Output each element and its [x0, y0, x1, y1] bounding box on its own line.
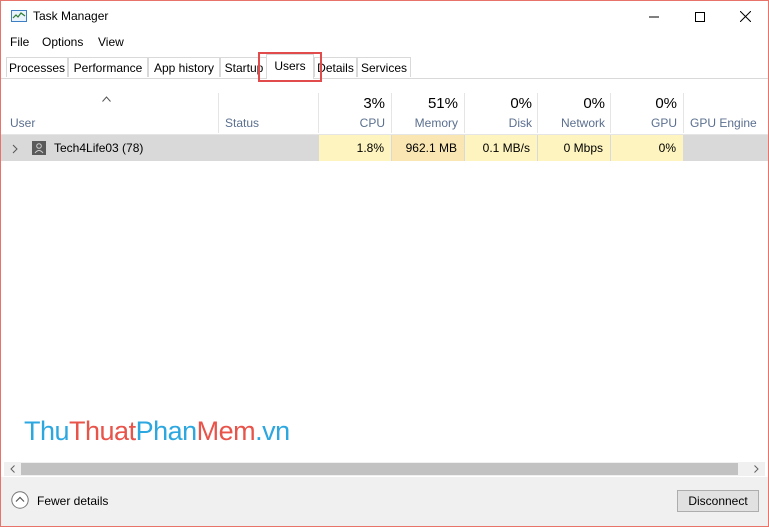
- menu-options[interactable]: Options: [42, 35, 83, 49]
- tab-processes[interactable]: Processes: [6, 57, 68, 77]
- sort-ascending-icon: [102, 91, 111, 105]
- tab-performance[interactable]: Performance: [68, 57, 148, 77]
- network-cell: 0 Mbps: [538, 135, 610, 161]
- tab-app-history[interactable]: App history: [148, 57, 220, 77]
- tab-divider: [1, 78, 768, 79]
- column-separator[interactable]: [318, 93, 319, 133]
- user-avatar-icon: [32, 141, 46, 155]
- user-name-cell: Tech4Life03 (78): [54, 141, 144, 155]
- header-disk[interactable]: Disk: [465, 116, 532, 130]
- header-disk-percent[interactable]: 0%: [465, 95, 532, 112]
- fewer-details-icon[interactable]: [11, 491, 29, 509]
- horizontal-scrollbar[interactable]: [4, 462, 765, 476]
- task-manager-app-icon: [11, 10, 27, 22]
- header-status[interactable]: Status: [225, 116, 259, 130]
- column-separator[interactable]: [218, 93, 219, 133]
- scroll-right-arrow-icon[interactable]: [748, 462, 765, 476]
- gpu-cell: 0%: [611, 135, 683, 161]
- header-gpu-engine[interactable]: GPU Engine: [690, 116, 757, 130]
- menu-bar: File Options View: [1, 32, 768, 53]
- header-cpu-percent[interactable]: 3%: [319, 95, 385, 112]
- menu-file[interactable]: File: [10, 35, 29, 49]
- disconnect-button[interactable]: Disconnect: [677, 490, 759, 512]
- column-separator[interactable]: [610, 93, 611, 133]
- status-cell: [219, 135, 318, 161]
- header-memory-percent[interactable]: 51%: [392, 95, 458, 112]
- column-separator[interactable]: [683, 93, 684, 133]
- memory-cell: 962.1 MB: [392, 135, 464, 161]
- cpu-cell: 1.8%: [319, 135, 391, 161]
- gpu-engine-cell: [684, 135, 768, 161]
- disk-cell: 0.1 MB/s: [465, 135, 537, 161]
- header-cpu[interactable]: CPU: [319, 116, 385, 130]
- header-gpu[interactable]: GPU: [611, 116, 677, 130]
- minimize-button[interactable]: [631, 1, 677, 32]
- maximize-button[interactable]: [677, 1, 723, 32]
- task-manager-window: Task Manager File Options View Processes…: [0, 0, 769, 527]
- header-memory[interactable]: Memory: [392, 116, 458, 130]
- menu-view[interactable]: View: [98, 35, 124, 49]
- column-header: User Status 3% CPU 51% Memory 0% Disk 0%…: [1, 86, 768, 134]
- column-separator[interactable]: [464, 93, 465, 133]
- fewer-details-link[interactable]: Fewer details: [37, 494, 108, 508]
- header-gpu-percent[interactable]: 0%: [611, 95, 677, 112]
- header-user[interactable]: User: [10, 116, 35, 130]
- scroll-left-arrow-icon[interactable]: [4, 462, 21, 476]
- scrollbar-thumb[interactable]: [21, 463, 738, 475]
- table-row[interactable]: Tech4Life03 (78) 1.8% 962.1 MB 0.1 MB/s …: [1, 135, 768, 161]
- window-title: Task Manager: [33, 9, 109, 23]
- close-button[interactable]: [722, 1, 768, 32]
- watermark-logo: ThuThuatPhanMem.vn: [24, 416, 290, 446]
- users-tab-highlight: [258, 52, 322, 82]
- header-network-percent[interactable]: 0%: [538, 95, 605, 112]
- column-separator[interactable]: [391, 93, 392, 133]
- title-bar: Task Manager: [1, 1, 768, 32]
- column-separator[interactable]: [537, 93, 538, 133]
- tab-services[interactable]: Services: [357, 57, 411, 77]
- footer-bar: Fewer details Disconnect: [1, 477, 768, 526]
- header-network[interactable]: Network: [538, 116, 605, 130]
- tab-strip: Processes Performance App history Startu…: [1, 53, 768, 79]
- chevron-right-icon[interactable]: [12, 143, 18, 157]
